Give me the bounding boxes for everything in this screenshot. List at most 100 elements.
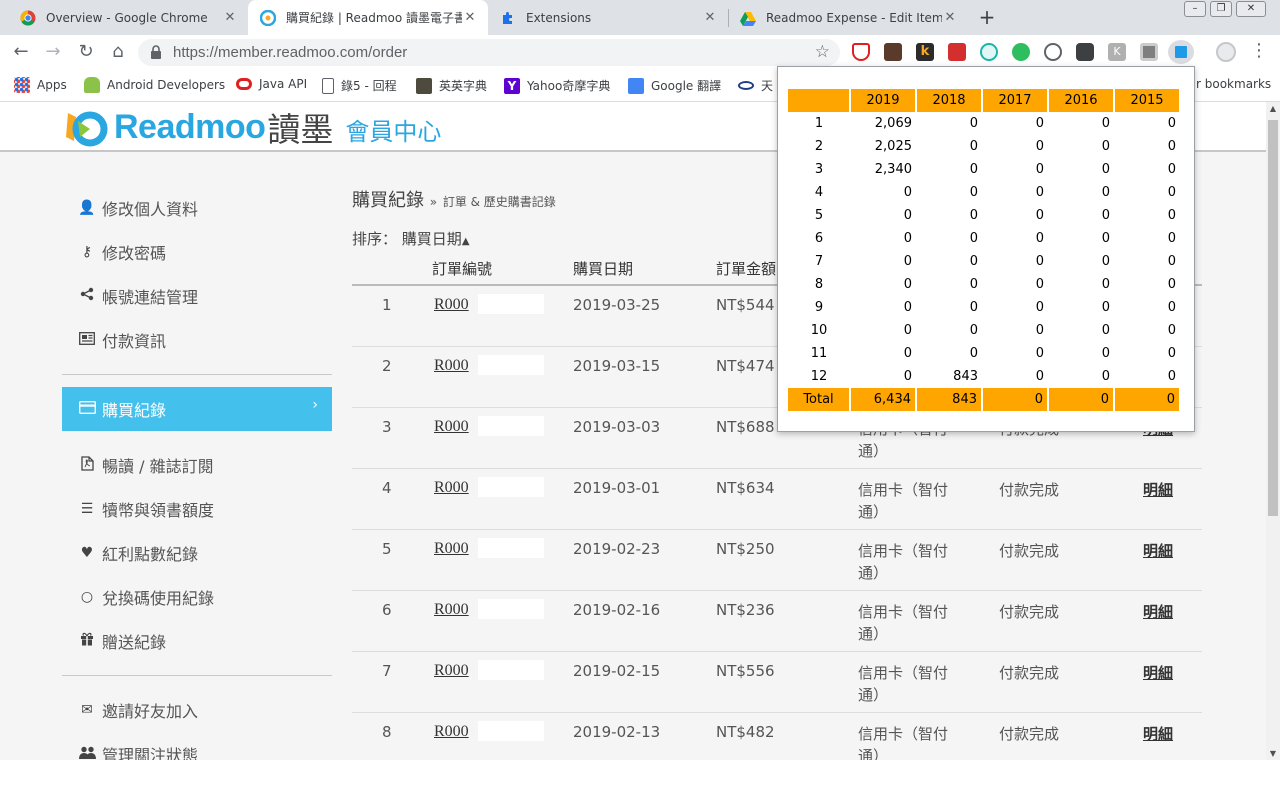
month-amount: 0: [1101, 369, 1110, 384]
scrollbar-thumb[interactable]: [1268, 120, 1278, 516]
readmoo-logo[interactable]: Readmoo 讀墨 會員中心: [64, 106, 441, 149]
apps-grid-icon: [14, 77, 30, 93]
sidebar-item-subscriptions[interactable]: 暢讀 / 雜誌訂閱: [62, 443, 332, 487]
sidebar-item-redeem-codes[interactable]: ○ 兌換碼使用紀錄: [62, 575, 332, 619]
redacted-order-number: [478, 599, 544, 619]
order-number-link[interactable]: R000: [434, 723, 469, 741]
k-grey-extension-icon[interactable]: K: [1108, 43, 1126, 61]
square-extension-icon[interactable]: [1140, 43, 1158, 61]
tab-title: Overview - Google Chrome: [46, 10, 208, 25]
page-scrollbar[interactable]: ▲ ▼: [1266, 102, 1280, 760]
order-number-link[interactable]: R000: [434, 540, 469, 558]
sidebar-item-payment-info[interactable]: 付款資訊: [62, 318, 332, 362]
tab-expense-edit[interactable]: Readmoo Expense - Edit Item ✕: [728, 0, 968, 35]
new-tab-button[interactable]: +: [976, 6, 998, 28]
column-header-date: 購買日期: [573, 260, 634, 278]
order-number-link[interactable]: R000: [434, 662, 469, 680]
close-tab-icon[interactable]: ✕: [462, 10, 478, 25]
bookmark-recording[interactable]: 錄5 - 回程: [322, 77, 397, 94]
eye-extension-icon[interactable]: [980, 43, 998, 61]
close-tab-icon[interactable]: ✕: [942, 10, 958, 25]
forward-arrow-icon[interactable]: →: [41, 40, 65, 64]
bookmark-label: 英英字典: [439, 79, 488, 93]
detail-link[interactable]: 明細: [1143, 540, 1173, 561]
scroll-up-arrow-icon[interactable]: ▲: [1266, 104, 1280, 113]
reload-icon[interactable]: ↻: [74, 40, 98, 64]
month-amount: 0: [1167, 116, 1176, 131]
sidebar-item-change-password[interactable]: ⚷ 修改密碼: [62, 230, 332, 274]
detail-link[interactable]: 明細: [1143, 601, 1173, 622]
month-amount: 0: [1035, 116, 1044, 131]
book-extension-icon[interactable]: [948, 43, 966, 61]
sidebar-item-invite-friends[interactable]: ✉ 邀請好友加入: [62, 688, 332, 732]
profile-avatar-icon[interactable]: [1216, 42, 1236, 62]
sidebar-item-follow-status[interactable]: 管理關注狀態: [62, 732, 332, 760]
sort-asc-icon[interactable]: ▲: [462, 236, 470, 247]
month-amount: 0: [903, 231, 912, 246]
line-extension-icon[interactable]: [1044, 43, 1062, 61]
k-extension-icon[interactable]: k: [916, 43, 934, 61]
maximize-button[interactable]: ❐: [1210, 1, 1232, 17]
month-amount: 0: [969, 116, 978, 131]
detail-link[interactable]: 明細: [1143, 479, 1173, 500]
close-window-button[interactable]: ✕: [1236, 1, 1266, 17]
sort-by-date[interactable]: 購買日期: [402, 230, 462, 248]
sidebar-item-coins-quota[interactable]: ☰ 犢幣與領書額度: [62, 487, 332, 531]
detail-link[interactable]: 明細: [1143, 723, 1173, 744]
table-row: 4 R000 2019-03-01 NT$634 信用卡（智付通） 付款完成 明細: [352, 469, 1202, 530]
bookmark-google-translate[interactable]: Google 翻譯: [628, 77, 721, 94]
bookmark-yahoo-dictionary[interactable]: Y Yahoo奇摩字典: [504, 77, 610, 94]
google-drive-icon: [740, 10, 756, 26]
sidebar-item-label: 購買紀錄: [102, 401, 167, 420]
order-number-link[interactable]: R000: [434, 357, 469, 375]
order-number-link[interactable]: R000: [434, 601, 469, 619]
bookmark-android-developers[interactable]: Android Developers: [84, 77, 225, 93]
tab-overview[interactable]: Overview - Google Chrome ✕: [8, 0, 248, 35]
bookmark-star-icon[interactable]: ☆: [815, 42, 830, 62]
page-title: 購買紀錄: [352, 190, 424, 211]
redacted-order-number: [478, 538, 544, 558]
month-amount: 0: [1035, 346, 1044, 361]
sidebar-item-bonus-points[interactable]: ♥ 紅利點數紀錄: [62, 531, 332, 575]
month-amount: 2,025: [874, 139, 912, 154]
order-number-link[interactable]: R000: [434, 296, 469, 314]
shield-extension-icon[interactable]: [852, 43, 870, 61]
scroll-down-arrow-icon[interactable]: ▼: [1266, 749, 1280, 758]
tab-extensions[interactable]: Extensions ✕: [488, 0, 728, 35]
address-bar[interactable]: https://member.readmoo.com/order ☆: [138, 39, 840, 66]
order-number-link[interactable]: R000: [434, 418, 469, 436]
month-label: 12: [810, 369, 828, 384]
sidebar-item-account-links[interactable]: 帳號連結管理: [62, 274, 332, 318]
table-row: 6 R000 2019-02-16 NT$236 信用卡（智付通） 付款完成 明細: [352, 591, 1202, 652]
month-amount: 0: [1101, 116, 1110, 131]
home-icon[interactable]: ⌂: [106, 40, 130, 64]
translate-icon: [628, 77, 644, 94]
sidebar-item-purchase-records[interactable]: 購買紀錄 ›: [62, 387, 332, 431]
users-icon: [78, 746, 96, 761]
bookmark-tian[interactable]: 天: [738, 77, 773, 94]
sidebar-item-edit-profile[interactable]: 👤 修改個人資料: [62, 186, 332, 230]
bulb-extension-icon[interactable]: [1076, 43, 1094, 61]
bookmark-apps[interactable]: Apps: [14, 77, 67, 93]
sidebar-item-gifts[interactable]: 贈送紀錄: [62, 619, 332, 663]
bookmark-label: 天: [761, 79, 774, 93]
breadcrumb-sub: 訂單 & 歷史購書記錄: [442, 195, 556, 209]
order-number-link[interactable]: R000: [434, 479, 469, 497]
envelope-icon: ✉: [81, 702, 93, 718]
purchase-date: 2019-02-13: [573, 723, 661, 741]
close-tab-icon[interactable]: ✕: [702, 10, 718, 25]
evernote-extension-icon[interactable]: [1012, 43, 1030, 61]
minimize-button[interactable]: –: [1184, 1, 1206, 17]
back-arrow-icon[interactable]: ←: [9, 40, 33, 64]
tab-purchase-records[interactable]: 購買紀錄 | Readmoo 讀墨電子書 ✕: [248, 0, 488, 35]
table-row: 8 R000 2019-02-13 NT$482 信用卡（智付通） 付款完成 明細: [352, 713, 1202, 760]
detail-link[interactable]: 明細: [1143, 662, 1173, 683]
bookmark-java-api[interactable]: Java API: [236, 77, 307, 91]
cat-extension-icon[interactable]: [884, 43, 902, 61]
month-amount: 843: [953, 369, 978, 384]
month-row: 11 0 0 0 0 0: [788, 342, 1180, 365]
bookmark-english-dictionary[interactable]: 英英字典: [416, 77, 487, 94]
other-bookmarks[interactable]: r bookmarks: [1196, 77, 1271, 91]
chrome-menu-icon[interactable]: ⋮: [1250, 42, 1268, 60]
close-tab-icon[interactable]: ✕: [222, 10, 238, 25]
